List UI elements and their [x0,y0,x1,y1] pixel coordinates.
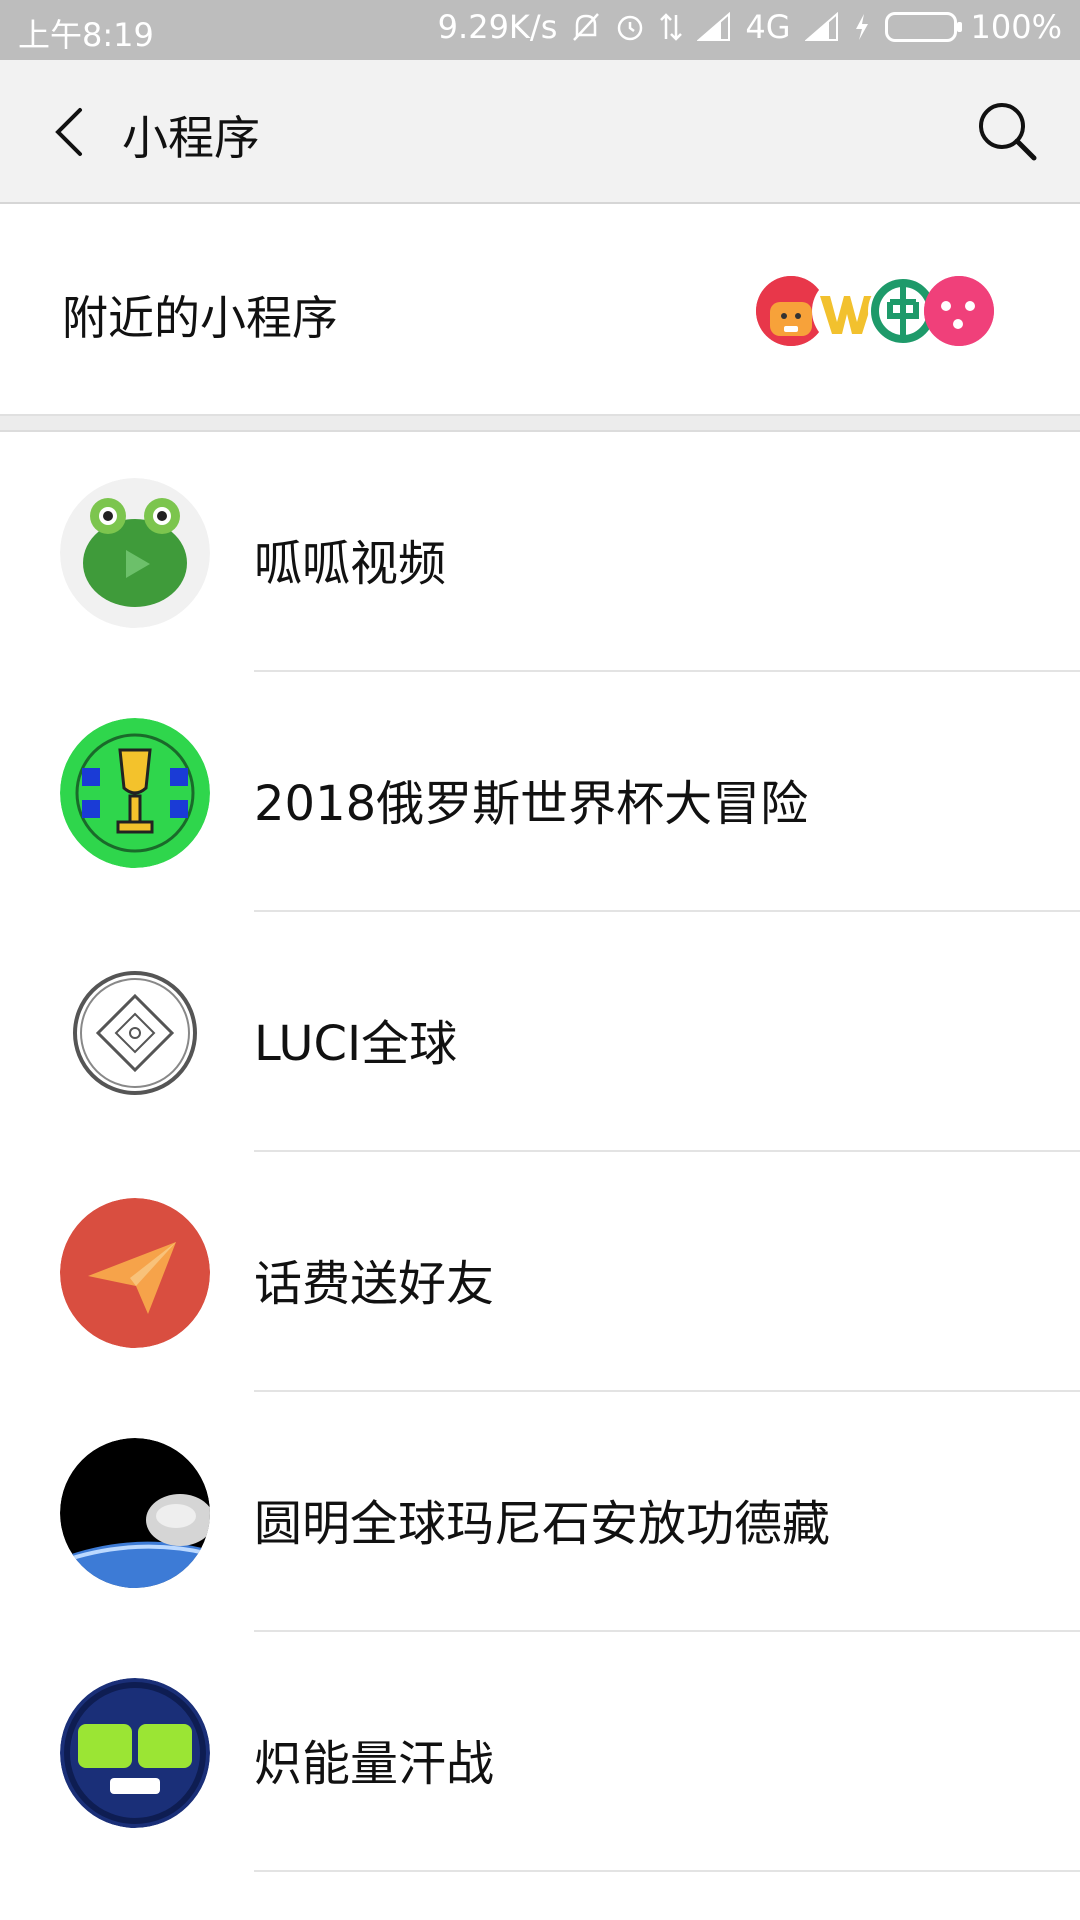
alarm-clock-icon [615,11,645,43]
section-gap [0,416,1080,432]
search-button[interactable] [974,98,1040,164]
battery-percent: 100% [970,8,1062,46]
luci-compass-icon [60,958,210,1108]
status-bar: 上午8:19 9.29K/s 4G 100% [0,0,1080,60]
app-name: 炽能量汗战 [254,1736,495,1792]
world-cup-icon [60,718,210,868]
list-item[interactable]: 炽能量汗战 [0,1632,1080,1872]
list-item[interactable]: 呱呱视频 [0,432,1080,672]
status-indicators: 9.29K/s 4G 100% [438,8,1062,46]
earth-stone-icon [60,1438,210,1588]
paper-plane-icon [60,1198,210,1348]
charging-bolt-icon [853,12,871,42]
mute-bell-icon [571,11,601,43]
list-item[interactable]: 圆明全球玛尼石安放功德藏 [0,1392,1080,1632]
le-gou-logo [924,276,994,346]
search-icon [979,103,1037,161]
status-time: 上午8:19 [18,16,154,54]
nearby-mini-programs[interactable]: 附近的小程序 [0,206,1080,416]
page-title: 小程序 [122,111,260,165]
network-speed: 9.29K/s [437,8,558,46]
mini-program-list: 呱呱视频 2018俄罗斯世界杯大冒险 LUCI全球 话费送好友 圆明全球玛尼石安… [0,432,1080,1872]
list-item[interactable]: 2018俄罗斯世界杯大冒险 [0,672,1080,912]
header-bar: 小程序 [0,60,1080,204]
list-item[interactable]: LUCI全球 [0,912,1080,1152]
nearby-label: 附近的小程序 [62,291,338,345]
battery-icon [884,12,962,42]
app-name: 圆明全球玛尼石安放功德藏 [254,1496,831,1552]
signal-bars-2-icon [804,12,839,42]
app-name: 2018俄罗斯世界杯大冒险 [254,776,809,832]
back-button[interactable] [40,100,104,164]
chevron-left-icon [55,108,82,156]
app-name: 话费送好友 [254,1256,495,1312]
frog-icon [60,478,210,628]
network-type: 4G [745,8,791,46]
app-name: LUCI全球 [254,1016,458,1072]
data-transfer-icon [659,11,683,43]
maidong-icon [60,1678,210,1828]
app-name: 呱呱视频 [254,536,447,592]
list-item[interactable]: 话费送好友 [0,1152,1080,1392]
nearby-logos [756,276,994,346]
divider [254,1870,1080,1872]
signal-bars-icon [697,12,731,42]
